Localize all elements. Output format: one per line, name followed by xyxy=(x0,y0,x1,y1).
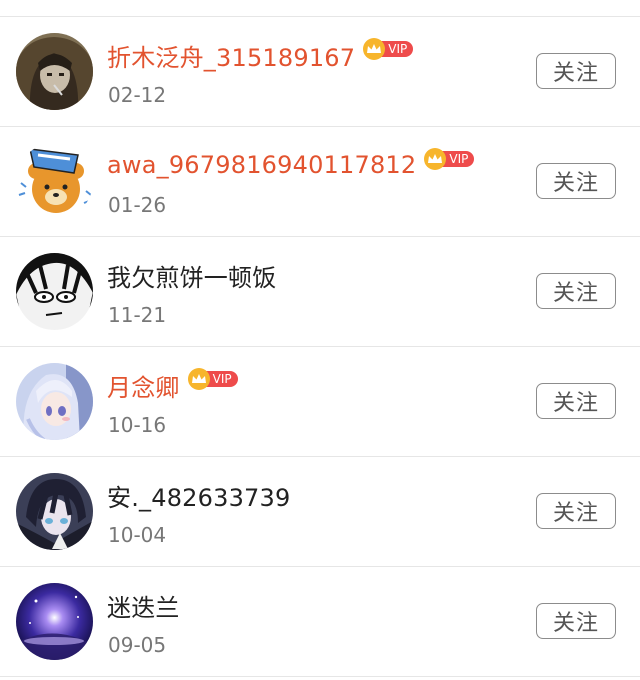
follow-date: 10-04 xyxy=(108,523,167,547)
user-name-line: awa_9679816940117812 VIP xyxy=(107,147,475,183)
follow-date: 01-26 xyxy=(108,193,167,217)
vip-badge: VIP xyxy=(424,148,475,170)
avatar[interactable] xyxy=(16,583,93,660)
follow-date: 02-12 xyxy=(108,83,167,107)
avatar[interactable] xyxy=(16,253,93,330)
follow-button[interactable]: 关注 xyxy=(536,493,616,529)
list-item[interactable]: 月念卿 VIP 10-16 关注 xyxy=(0,347,640,457)
user-name[interactable]: 折木泛舟_315189167 xyxy=(107,38,355,73)
follow-date: 10-16 xyxy=(108,413,167,437)
avatar[interactable] xyxy=(16,363,93,440)
follow-button[interactable]: 关注 xyxy=(536,603,616,639)
user-name-line: 安._482633739 xyxy=(107,477,290,513)
user-name[interactable]: awa_9679816940117812 xyxy=(107,151,416,179)
list-item[interactable]: awa_9679816940117812 VIP 01-26 关注 xyxy=(0,127,640,237)
user-name[interactable]: 迷迭兰 xyxy=(107,588,180,623)
follow-button[interactable]: 关注 xyxy=(536,383,616,419)
list-item[interactable]: 折木泛舟_315189167 VIP 02-12 关注 xyxy=(0,17,640,127)
follow-button[interactable]: 关注 xyxy=(536,163,616,199)
user-name[interactable]: 月念卿 xyxy=(107,368,180,403)
user-name-line: 月念卿 VIP xyxy=(107,367,238,403)
follow-button[interactable]: 关注 xyxy=(536,53,616,89)
follow-date: 09-05 xyxy=(108,633,167,657)
crown-icon xyxy=(187,368,210,390)
user-name[interactable]: 我欠煎饼一顿饭 xyxy=(107,258,276,293)
follow-list: 折木泛舟_315189167 VIP 02-12 关注 awa_96798169… xyxy=(0,16,640,677)
follow-date: 11-21 xyxy=(108,303,167,327)
vip-badge: VIP xyxy=(363,38,414,60)
avatar[interactable] xyxy=(16,473,93,550)
user-name-line: 迷迭兰 xyxy=(107,587,180,623)
user-name[interactable]: 安._482633739 xyxy=(107,478,290,513)
user-name-line: 我欠煎饼一顿饭 xyxy=(107,257,276,293)
vip-badge: VIP xyxy=(187,368,238,390)
avatar[interactable] xyxy=(16,33,93,110)
user-name-line: 折木泛舟_315189167 VIP xyxy=(107,37,414,73)
avatar[interactable] xyxy=(16,143,93,220)
follow-button[interactable]: 关注 xyxy=(536,273,616,309)
list-item[interactable]: 迷迭兰 09-05 关注 xyxy=(0,567,640,677)
list-item[interactable]: 我欠煎饼一顿饭 11-21 关注 xyxy=(0,237,640,347)
list-item[interactable]: 安._482633739 10-04 关注 xyxy=(0,457,640,567)
